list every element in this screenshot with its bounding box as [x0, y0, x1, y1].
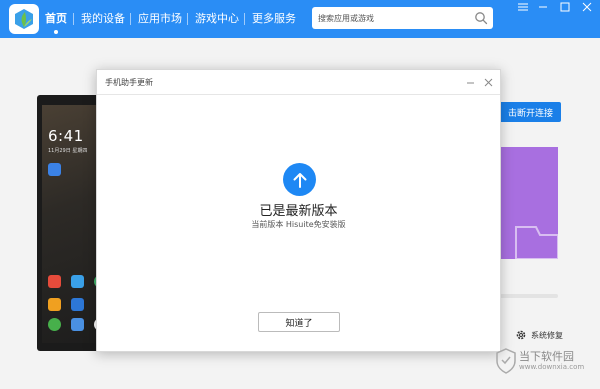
folder-icon	[515, 226, 559, 260]
search-icon[interactable]	[474, 11, 488, 25]
ok-button[interactable]: 知道了	[258, 312, 340, 332]
app-icon	[71, 275, 84, 288]
nav-divider	[187, 13, 188, 25]
app-icon	[48, 275, 61, 288]
app-icon	[48, 298, 61, 311]
top-nav-bar: 首页 我的设备 应用市场 游戏中心 更多服务	[0, 0, 600, 38]
dialog-title: 手机助手更新	[105, 78, 153, 87]
dialog-heading: 已是最新版本	[259, 204, 338, 219]
maximize-icon[interactable]	[556, 0, 574, 14]
nav-home-label: 首页	[45, 12, 67, 25]
nav-app-market-label: 应用市场	[138, 12, 182, 25]
shield-icon	[496, 348, 516, 374]
arrow-up-icon	[283, 163, 316, 196]
nav-divider	[73, 13, 74, 25]
close-icon[interactable]	[481, 75, 495, 89]
watermark-text: 当下软件园	[519, 350, 574, 363]
menu-icon[interactable]	[514, 0, 532, 14]
nav-more-services[interactable]: 更多服务	[252, 0, 296, 38]
promo-banner[interactable]	[500, 147, 559, 260]
app-icon	[48, 318, 61, 331]
phone-clock: 6:41	[48, 127, 84, 145]
nav-my-devices[interactable]: 我的设备	[81, 0, 125, 38]
app-icon	[48, 163, 61, 176]
gear-icon	[516, 330, 526, 340]
watermark-url: www.downxia.com	[519, 363, 585, 371]
system-repair-button[interactable]: 系统修复	[515, 328, 563, 342]
app-icon	[71, 318, 84, 331]
watermark: 当下软件园 www.downxia.com	[493, 346, 599, 376]
nav-game-center-label: 游戏中心	[195, 12, 239, 25]
system-repair-label: 系统修复	[531, 330, 563, 340]
dialog-titlebar[interactable]: 手机助手更新	[97, 70, 500, 95]
active-indicator-dot	[54, 30, 58, 34]
nav-game-center[interactable]: 游戏中心	[195, 0, 239, 38]
minimize-icon[interactable]	[463, 75, 477, 89]
phone-date: 11月29日 星期四	[48, 148, 88, 154]
horizontal-scrollbar[interactable]	[500, 294, 558, 298]
search-input[interactable]	[318, 7, 468, 29]
nav-divider	[130, 13, 131, 25]
current-version-text: 当前版本 Hisuite免安装版	[251, 220, 346, 229]
nav-more-services-label: 更多服务	[252, 12, 296, 25]
search-box	[312, 7, 493, 29]
nav-my-devices-label: 我的设备	[81, 12, 125, 25]
hisuite-logo[interactable]	[9, 4, 39, 34]
app-icon	[71, 298, 84, 311]
nav-home[interactable]: 首页	[45, 0, 67, 38]
minimize-icon[interactable]	[534, 0, 552, 14]
close-icon[interactable]	[578, 0, 596, 14]
nav-divider	[244, 13, 245, 25]
nav-app-market[interactable]: 应用市场	[138, 0, 182, 38]
leaf-icon	[15, 9, 33, 29]
update-dialog: 手机助手更新 已是最新版本 当前版本 Hisuite免安装版 知道了	[96, 69, 501, 352]
